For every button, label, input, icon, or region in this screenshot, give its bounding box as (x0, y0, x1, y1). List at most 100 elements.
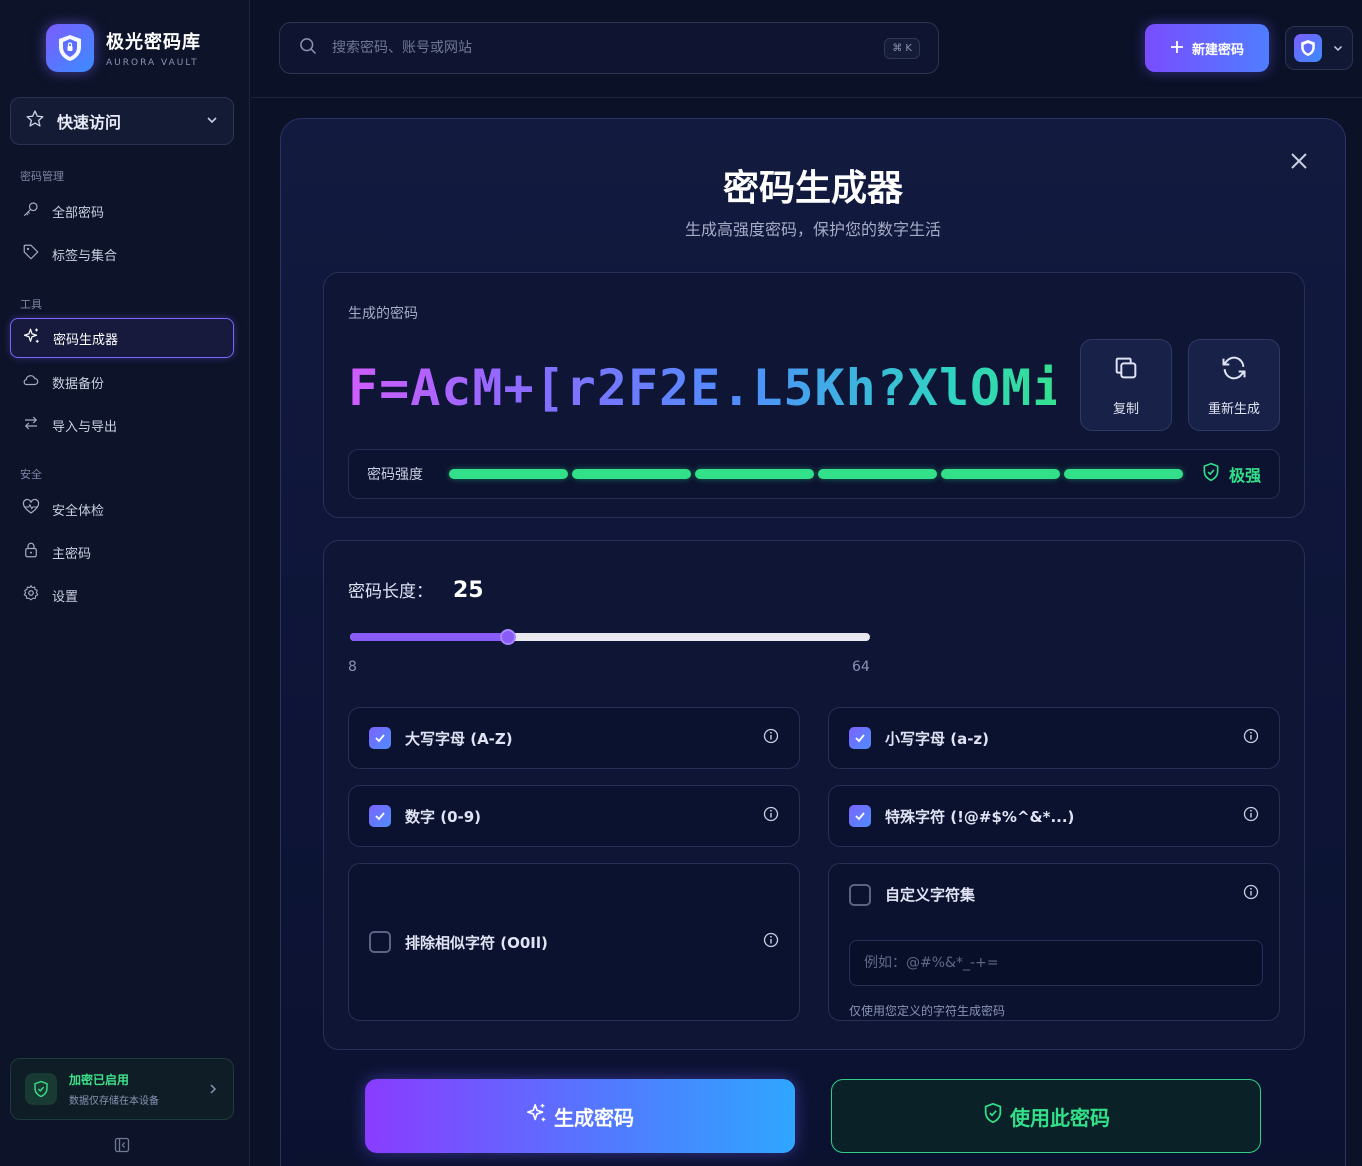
sidebar-item-import-export[interactable]: 导入与导出 (10, 405, 234, 445)
swap-icon (22, 414, 40, 436)
plus-icon (1170, 40, 1184, 57)
use-password-label: 使用此密码 (1010, 1107, 1110, 1130)
option-uppercase[interactable]: 大写字母 (A-Z) (348, 707, 800, 769)
sidebar-item-label: 主密码 (52, 546, 92, 562)
copy-button[interactable]: 复制 (1080, 339, 1172, 431)
option-lowercase[interactable]: 小写字母 (a-z) (828, 707, 1280, 769)
search-icon (298, 36, 318, 60)
password-generator-modal: 密码生成器 生成高强度密码，保护您的数字生活 生成的密码 F=AcM+[r2F2… (280, 118, 1346, 1166)
info-icon[interactable] (1243, 884, 1259, 904)
option-exclude-similar[interactable]: 排除相似字符 (O0Il) (348, 863, 800, 1021)
sidebar-item-label: 设置 (52, 589, 79, 605)
generate-password-button[interactable]: 生成密码 (365, 1079, 795, 1153)
copy-label: 复制 (1112, 401, 1139, 417)
info-icon[interactable] (763, 728, 779, 748)
section-title-security: 安全 (20, 468, 42, 481)
option-special[interactable]: 特殊字符 (!@#$%^&*...) (828, 785, 1280, 847)
sparkle-icon (526, 1102, 548, 1130)
length-max: 64 (852, 659, 870, 675)
digits-checkbox[interactable] (369, 805, 391, 827)
quick-access-label: 快速访问 (57, 113, 122, 132)
digits-label: 数字 (0-9) (405, 807, 482, 826)
info-icon[interactable] (1243, 728, 1259, 748)
generated-password-value[interactable]: F=AcM+[r2F2E.L5Kh?XlOMi (348, 353, 1056, 423)
option-custom-charset[interactable]: 自定义字符集 仅使用您定义的字符生成密码 (828, 863, 1280, 1021)
custom-charset-input[interactable] (849, 940, 1263, 986)
search-box[interactable]: ⌘ K (279, 22, 939, 74)
length-slider-thumb[interactable] (499, 629, 516, 645)
sidebar-item-label: 安全体检 (52, 503, 105, 519)
new-password-label: 新建密码 (1191, 41, 1244, 57)
custom-charset-hint: 仅使用您定义的字符生成密码 (849, 1004, 1006, 1018)
regenerate-label: 重新生成 (1207, 401, 1260, 417)
cloud-icon (22, 371, 40, 393)
exclude-similar-label: 排除相似字符 (O0Il) (405, 933, 548, 952)
heart-pulse-icon (22, 498, 40, 520)
sidebar-item-master-password[interactable]: 主密码 (10, 532, 234, 572)
quick-access-dropdown[interactable]: 快速访问 (10, 97, 234, 145)
info-icon[interactable] (763, 932, 779, 952)
sparkle-icon (23, 327, 41, 349)
section-title-password-management: 密码管理 (20, 170, 64, 183)
new-password-button[interactable]: 新建密码 (1145, 24, 1269, 72)
strength-label: 密码强度 (367, 467, 423, 483)
refresh-icon (1220, 354, 1248, 386)
shield-check-icon (982, 1102, 1004, 1130)
chevron-right-icon (207, 1080, 219, 1099)
info-icon[interactable] (763, 806, 779, 826)
regenerate-button[interactable]: 重新生成 (1188, 339, 1280, 431)
brand[interactable]: 极光密码库 AURORA VAULT (46, 24, 201, 72)
special-label: 特殊字符 (!@#$%^&*...) (885, 807, 1075, 826)
strength-level: 极强 (1201, 462, 1261, 486)
length-value: 25 (453, 578, 484, 603)
custom-charset-checkbox[interactable] (849, 884, 871, 906)
brand-title: 极光密码库 (106, 32, 201, 53)
shield-check-icon (25, 1073, 57, 1105)
sidebar-item-label: 密码生成器 (53, 332, 119, 348)
sidebar-item-label: 标签与集合 (52, 248, 118, 264)
section-title-tools: 工具 (20, 298, 42, 311)
modal-subtitle: 生成高强度密码，保护您的数字生活 (684, 220, 941, 239)
copy-icon (1112, 354, 1140, 386)
strength-segment (695, 469, 814, 479)
option-digits[interactable]: 数字 (0-9) (348, 785, 800, 847)
sidebar-item-label: 导入与导出 (52, 419, 118, 435)
strength-meter: 密码强度 极强 (348, 449, 1280, 499)
sidebar-item-all-passwords[interactable]: 全部密码 (10, 191, 234, 231)
options-card: 密码长度： 25 8 64 大写字母 (A-Z) 小写字母 (a-z) 数字 (… (323, 540, 1305, 1050)
length-row: 密码长度： 25 (348, 577, 484, 603)
sidebar-item-security-check[interactable]: 安全体检 (10, 489, 234, 529)
sidebar-item-label: 全部密码 (52, 205, 105, 221)
sidebar-item-label: 数据备份 (52, 376, 105, 392)
encryption-status-card[interactable]: 加密已启用 数据仅存储在本设备 (10, 1058, 234, 1120)
modal-title: 密码生成器 (722, 168, 903, 209)
search-input[interactable] (332, 40, 885, 56)
use-password-button[interactable]: 使用此密码 (831, 1079, 1261, 1153)
generated-password-card: 生成的密码 F=AcM+[r2F2E.L5Kh?XlOMi 复制 重新生成 密码… (323, 272, 1305, 518)
profile-menu[interactable] (1285, 26, 1353, 70)
uppercase-checkbox[interactable] (369, 727, 391, 749)
length-slider-fill (350, 633, 508, 641)
exclude-similar-checkbox[interactable] (369, 931, 391, 953)
sidebar-item-tags-collections[interactable]: 标签与集合 (10, 234, 234, 274)
sidebar-item-settings[interactable]: 设置 (10, 575, 234, 615)
strength-bars (449, 469, 1183, 479)
uppercase-label: 大写字母 (A-Z) (405, 729, 513, 748)
strength-segment (572, 469, 691, 479)
shield-check-icon (1201, 462, 1221, 486)
strength-segment (449, 469, 568, 479)
length-slider[interactable] (350, 629, 870, 645)
encryption-title: 加密已启用 (69, 1073, 130, 1087)
special-checkbox[interactable] (849, 805, 871, 827)
top-bar: ⌘ K 新建密码 (251, 0, 1362, 98)
strength-segment (818, 469, 937, 479)
collapse-sidebar-icon[interactable] (114, 1137, 130, 1157)
chevron-down-icon (1332, 39, 1344, 58)
star-icon (25, 109, 45, 133)
strength-level-label: 极强 (1228, 466, 1261, 485)
sidebar-item-password-generator[interactable]: 密码生成器 (10, 318, 234, 358)
sidebar-item-data-backup[interactable]: 数据备份 (10, 362, 234, 402)
lowercase-checkbox[interactable] (849, 727, 871, 749)
info-icon[interactable] (1243, 806, 1259, 826)
generate-password-label: 生成密码 (554, 1107, 634, 1130)
